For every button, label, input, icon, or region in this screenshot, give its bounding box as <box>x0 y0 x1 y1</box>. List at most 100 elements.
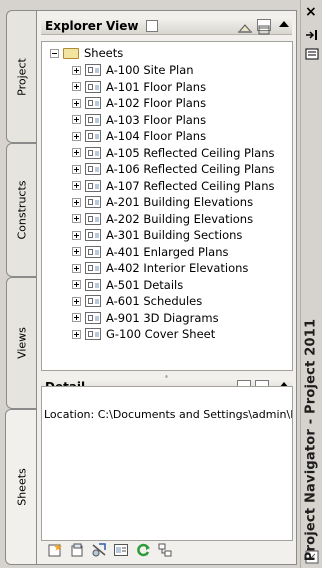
sheet-item[interactable]: A-501 Details <box>72 277 183 293</box>
sheet-item-label: A-501 Details <box>106 277 184 292</box>
tab-project-label: Project <box>15 57 28 96</box>
info-icon[interactable] <box>146 19 159 32</box>
expand-node-icon[interactable] <box>72 148 81 157</box>
regenerate-icon[interactable] <box>91 542 107 558</box>
sheet-item[interactable]: A-601 Schedules <box>72 293 202 309</box>
sheet-item-label: A-301 Building Sections <box>106 228 243 242</box>
sheet-item[interactable]: G-100 Cover Sheet <box>72 326 215 342</box>
sheets-tab-content: Explorer View Sheets A-100 Site Plan A-10… <box>36 10 297 565</box>
tab-sheets[interactable]: Sheets <box>5 409 37 565</box>
palette-title: Project Navigator - Project 2011 <box>303 318 319 562</box>
folder-open-icon <box>63 47 79 59</box>
sheet-icon <box>85 262 101 274</box>
expand-node-icon[interactable] <box>72 296 81 306</box>
sheet-item-label: A-105 Reflected Ceiling Plans <box>106 145 275 160</box>
project-navigator-palette: Project Constructs Views Sheets Explorer… <box>0 0 322 568</box>
sheet-item[interactable]: A-201 Building Elevations <box>72 194 253 210</box>
sheet-item-label: A-106 Reflected Ceiling Plans <box>106 162 275 176</box>
tab-project[interactable]: Project <box>6 10 36 143</box>
sheets-toolbar <box>47 542 173 564</box>
sheet-icon <box>85 97 101 109</box>
detail-location: Location: C:\Documents and Settings\admi… <box>44 408 293 421</box>
sheet-item-label: A-201 Building Elevations <box>106 195 254 209</box>
add-sheet-icon[interactable] <box>47 542 63 558</box>
sheet-item-label: A-101 Floor Plans <box>106 79 207 94</box>
expand-node-icon[interactable] <box>72 115 81 124</box>
sheet-item-label: G-100 Cover Sheet <box>106 327 216 341</box>
repath-icon[interactable] <box>157 542 173 558</box>
collapse-node-icon[interactable] <box>50 48 59 58</box>
expand-node-icon[interactable] <box>72 181 81 190</box>
sheet-icon <box>85 311 101 324</box>
expand-node-icon[interactable] <box>72 214 81 223</box>
sheet-item[interactable]: A-106 Reflected Ceiling Plans <box>72 161 275 177</box>
expand-node-icon[interactable] <box>72 82 81 91</box>
sheet-icon <box>85 245 101 258</box>
tab-views[interactable]: Views <box>6 277 36 409</box>
auto-hide-icon[interactable] <box>305 28 319 42</box>
expand-node-icon[interactable] <box>72 230 81 240</box>
expand-node-icon[interactable] <box>72 197 81 207</box>
sheet-item-label: A-107 Reflected Ceiling Plans <box>106 178 275 193</box>
sheet-icon <box>85 64 101 76</box>
sheet-icon <box>85 179 101 192</box>
tree-root[interactable]: Sheets <box>50 45 123 61</box>
sheet-icon <box>85 146 101 159</box>
sheet-item[interactable]: A-107 Reflected Ceiling Plans <box>72 178 275 194</box>
expand-node-icon[interactable] <box>72 313 81 322</box>
sheet-item-label: A-102 Floor Plans <box>106 96 207 110</box>
sheet-item[interactable]: A-101 Floor Plans <box>72 79 206 95</box>
expand-node-icon[interactable] <box>72 247 81 256</box>
tab-sheets-label: Sheets <box>15 468 28 506</box>
sheet-item-label: A-103 Floor Plans <box>106 112 207 127</box>
expand-node-icon[interactable] <box>72 263 81 273</box>
sheet-icon <box>85 212 101 225</box>
sheet-item[interactable]: A-901 3D Diagrams <box>72 310 219 326</box>
expand-node-icon[interactable] <box>72 98 81 108</box>
explorer-view-header: Explorer View <box>41 17 292 35</box>
tab-constructs-label: Constructs <box>15 180 28 240</box>
sheet-icon <box>85 113 101 126</box>
sheet-item-label: A-202 Building Elevations <box>106 211 254 226</box>
sheet-icon <box>85 295 101 307</box>
sheet-item-label: A-402 Interior Elevations <box>106 261 249 275</box>
sheet-item[interactable]: A-100 Site Plan <box>72 62 194 78</box>
sheet-item[interactable]: A-402 Interior Elevations <box>72 260 248 276</box>
sheet-properties-icon[interactable] <box>113 542 129 558</box>
sheet-icon <box>85 196 101 208</box>
sheet-icon <box>85 163 101 175</box>
add-subset-icon[interactable] <box>69 542 85 558</box>
sheet-item-label: A-401 Enlarged Plans <box>106 244 229 259</box>
collapse-explorer-icon[interactable] <box>279 21 289 27</box>
refresh-icon[interactable] <box>135 542 151 558</box>
sheet-item-label: A-104 Floor Plans <box>106 129 207 143</box>
sheet-item[interactable]: A-401 Enlarged Plans <box>72 244 228 260</box>
sheet-icon <box>85 130 101 142</box>
tab-constructs[interactable]: Constructs <box>6 143 36 277</box>
properties-menu-icon[interactable] <box>305 48 319 60</box>
expand-node-icon[interactable] <box>72 164 81 174</box>
sheet-item-label: A-601 Schedules <box>106 294 203 308</box>
sheet-set-view-icon[interactable] <box>237 19 253 33</box>
sheets-tree: Sheets A-100 Site Plan A-101 Floor Plans A… <box>41 41 293 371</box>
close-icon[interactable]: × <box>305 4 317 20</box>
expand-node-icon[interactable] <box>72 329 81 339</box>
expand-node-icon[interactable] <box>72 280 81 289</box>
sheet-icon <box>85 229 101 241</box>
sheet-item[interactable]: A-102 Floor Plans <box>72 95 206 111</box>
tree-root-label: Sheets <box>84 46 124 60</box>
sheet-icon <box>85 278 101 291</box>
sheet-view-icon[interactable] <box>257 19 271 35</box>
detail-pane: Location: C:\Documents and Settings\admi… <box>41 386 293 541</box>
palette-tabs: Project Constructs Views Sheets <box>5 10 37 565</box>
sheet-item[interactable]: A-104 Floor Plans <box>72 128 206 144</box>
sheet-item[interactable]: A-105 Reflected Ceiling Plans <box>72 145 275 161</box>
sheet-item[interactable]: A-202 Building Elevations <box>72 211 253 227</box>
explorer-view-title: Explorer View <box>45 18 139 33</box>
expand-node-icon[interactable] <box>72 65 81 75</box>
expand-node-icon[interactable] <box>72 131 81 141</box>
sheet-item[interactable]: A-103 Floor Plans <box>72 112 206 128</box>
tab-views-label: Views <box>15 327 28 359</box>
sheet-item[interactable]: A-301 Building Sections <box>72 227 242 243</box>
sheet-item-label: A-901 3D Diagrams <box>106 310 219 325</box>
